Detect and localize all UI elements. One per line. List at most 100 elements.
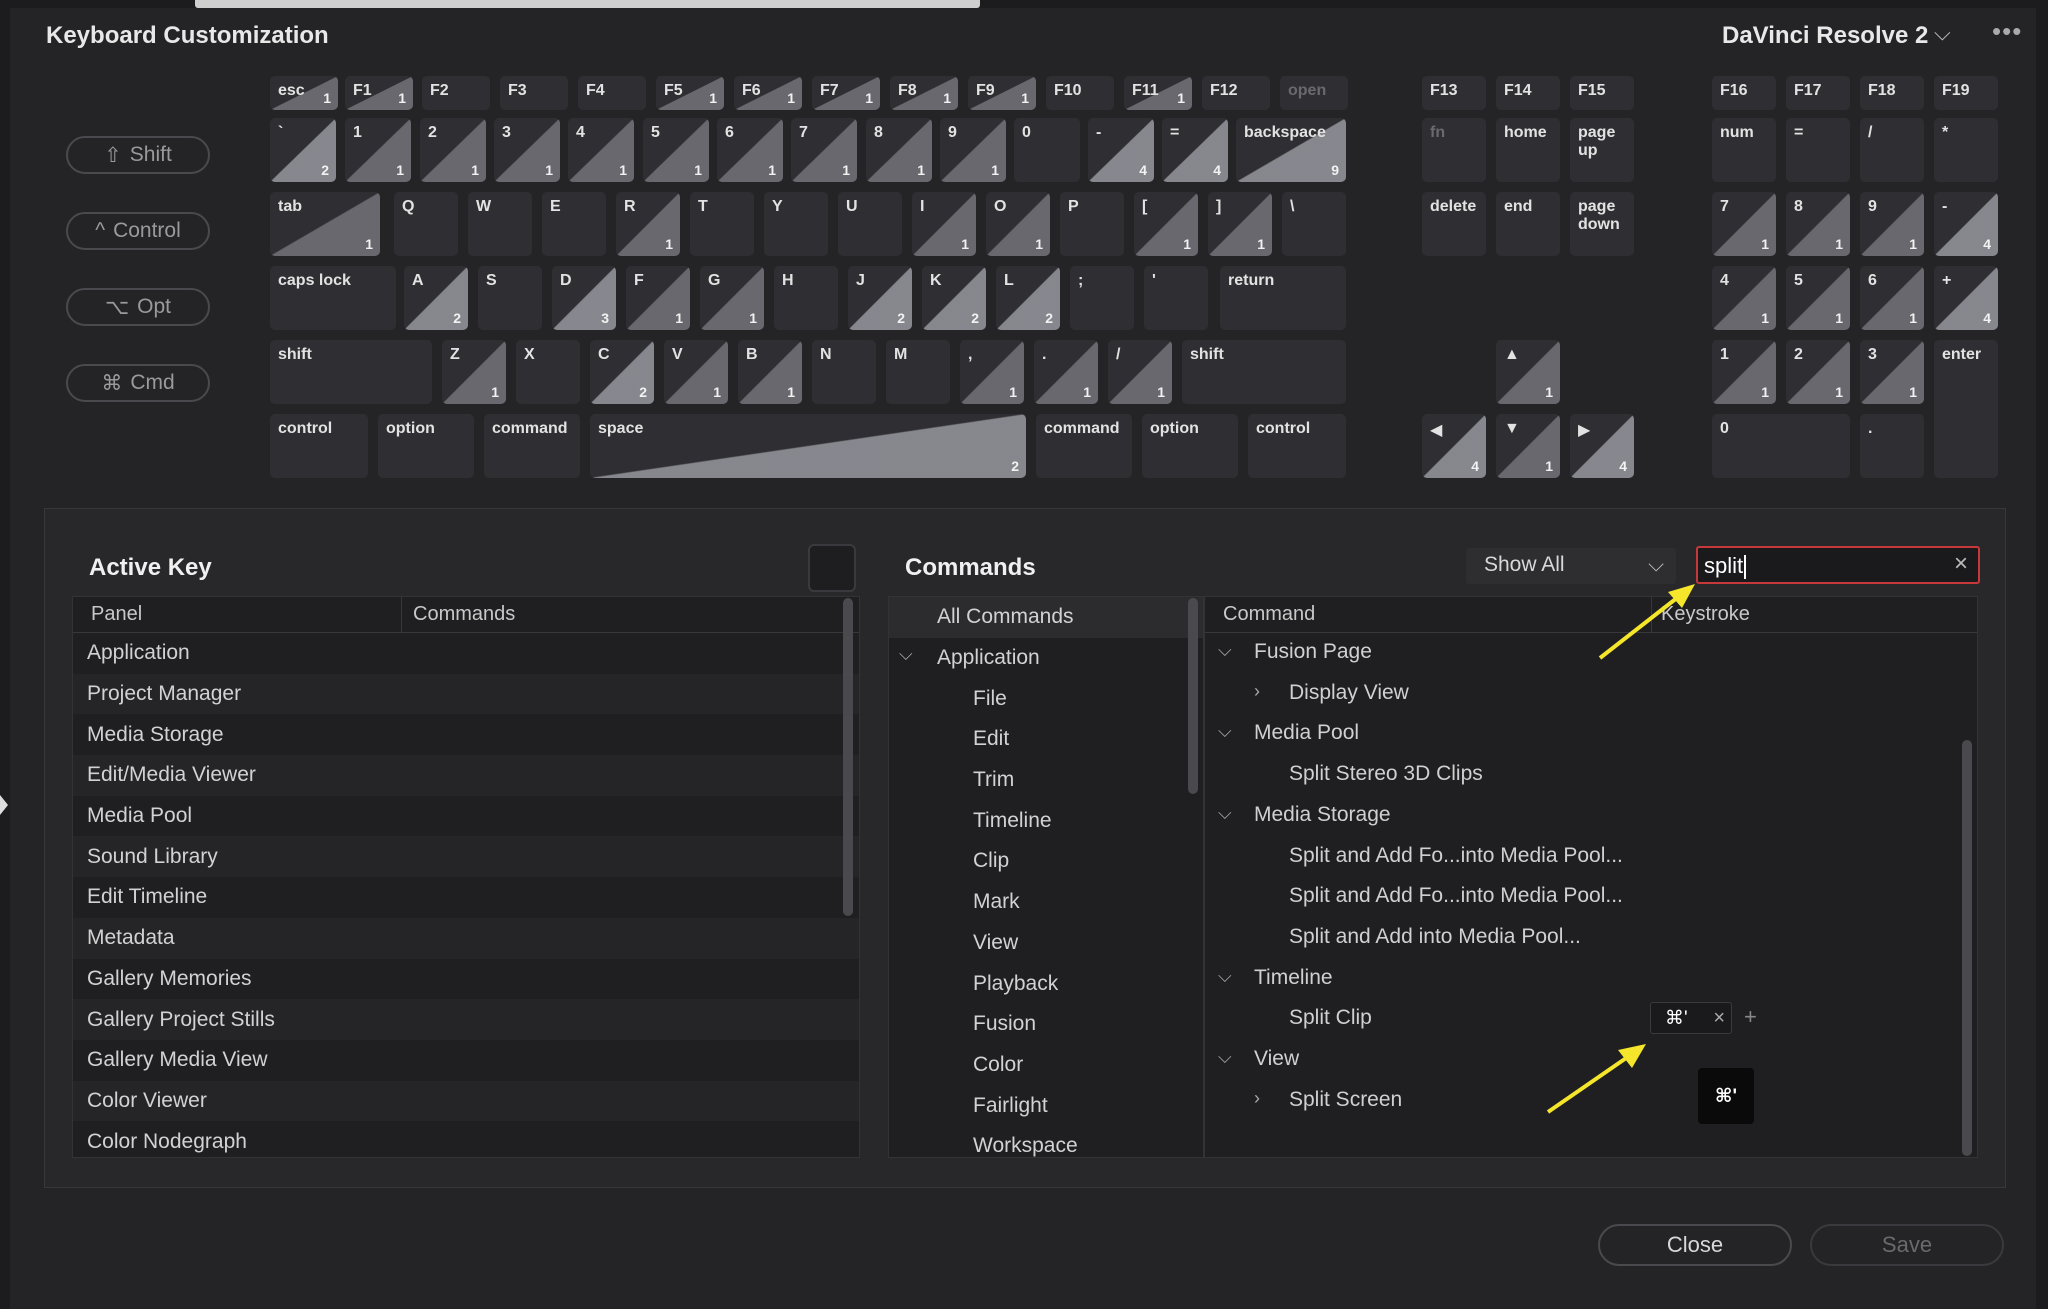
key[interactable]: V1 <box>664 340 728 404</box>
key[interactable]: L2 <box>996 266 1060 330</box>
split-clip-shortcut[interactable]: ⌘' × <box>1650 1002 1732 1034</box>
key[interactable]: 51 <box>1786 266 1850 330</box>
key[interactable]: = 4 <box>1162 118 1228 182</box>
key[interactable]: 41 <box>568 118 634 182</box>
key[interactable]: F13 <box>1422 76 1486 110</box>
key[interactable]: R1 <box>616 192 680 256</box>
command-result-row[interactable]: Split Stereo 3D Clips <box>1289 762 1483 786</box>
key[interactable]: 11 <box>1712 340 1776 404</box>
key[interactable]: F11 1 <box>1124 76 1192 110</box>
category-item[interactable]: Workspace <box>889 1126 1203 1157</box>
category-item[interactable]: Trim <box>889 760 1203 801</box>
column-panel[interactable]: Panel <box>91 603 142 626</box>
key[interactable]: F9 1 <box>968 76 1036 110</box>
key[interactable]: F7 1 <box>812 76 880 110</box>
key[interactable]: [1 <box>1134 192 1198 256</box>
key[interactable]: K2 <box>922 266 986 330</box>
table-row[interactable]: Color Viewer <box>73 1080 859 1122</box>
key[interactable]: F17 <box>1786 76 1850 110</box>
key[interactable]: Z1 <box>442 340 506 404</box>
key[interactable]: 31 <box>1860 340 1924 404</box>
key[interactable]: F18 <box>1860 76 1924 110</box>
table-row[interactable]: Gallery Media View <box>73 1040 859 1081</box>
key[interactable]: control <box>1248 414 1346 478</box>
key[interactable]: F2 <box>422 76 490 110</box>
key[interactable]: delete <box>1422 192 1486 256</box>
key[interactable]: caps lock <box>270 266 396 330</box>
key[interactable]: F14 <box>1496 76 1560 110</box>
key[interactable]: 71 <box>1712 192 1776 256</box>
key[interactable]: 81 <box>866 118 932 182</box>
key[interactable]: = <box>1786 118 1850 182</box>
column-commands[interactable]: Commands <box>413 603 515 626</box>
key[interactable]: M <box>886 340 950 404</box>
category-item[interactable]: View <box>889 923 1203 964</box>
key[interactable]: Q <box>394 192 458 256</box>
key[interactable]: ,1 <box>960 340 1024 404</box>
command-result-row[interactable]: Timeline <box>1254 966 1333 990</box>
category-item[interactable]: Clip <box>889 841 1203 882</box>
key[interactable]: /1 <box>1108 340 1172 404</box>
key[interactable]: N <box>812 340 876 404</box>
key[interactable]: J2 <box>848 266 912 330</box>
key[interactable]: T <box>690 192 754 256</box>
key[interactable]: B1 <box>738 340 802 404</box>
key[interactable]: F5 1 <box>656 76 724 110</box>
active-key-scrollbar[interactable] <box>843 598 853 916</box>
column-command[interactable]: Command <box>1223 603 1315 626</box>
show-filter-dropdown[interactable]: Show All ⌵ <box>1466 548 1676 584</box>
key[interactable]: F10 <box>1046 76 1114 110</box>
key[interactable]: A2 <box>404 266 468 330</box>
modifier-option-button[interactable]: ⌥ Opt <box>66 288 210 326</box>
key[interactable]: 91 <box>1860 192 1924 256</box>
key[interactable]: F6 1 <box>734 76 802 110</box>
key[interactable]: command <box>484 414 580 478</box>
key[interactable]: I1 <box>912 192 976 256</box>
chevron-down-icon[interactable]: ⌵ <box>1218 966 1232 987</box>
table-row[interactable]: Media Pool <box>73 796 859 837</box>
command-result-row[interactable]: View <box>1254 1047 1299 1071</box>
key[interactable]: home <box>1496 118 1560 182</box>
table-row[interactable]: Color Nodegraph <box>73 1121 859 1157</box>
key[interactable]: shift <box>1182 340 1346 404</box>
modifier-control-button[interactable]: ^ Control <box>66 212 210 250</box>
chevron-down-icon[interactable]: ⌵ <box>1934 20 1951 46</box>
command-result-row[interactable]: Split and Add Fo...into Media Pool... <box>1289 844 1623 868</box>
key[interactable]: F15 <box>1570 76 1634 110</box>
key[interactable]: G1 <box>700 266 764 330</box>
key[interactable]: E <box>542 192 606 256</box>
modifier-command-button[interactable]: ⌘ Cmd <box>66 364 210 402</box>
command-search-input[interactable]: split × <box>1696 546 1980 584</box>
table-row[interactable]: Project Manager <box>73 673 859 715</box>
key[interactable]: F12 <box>1202 76 1270 110</box>
key[interactable]: F1 1 <box>345 76 413 110</box>
clear-search-icon[interactable]: × <box>1954 550 1968 578</box>
chevron-right-icon[interactable]: › <box>1254 1088 1260 1109</box>
chevron-down-icon[interactable]: ⌵ <box>1218 1047 1232 1068</box>
categories-scrollbar[interactable] <box>1188 598 1198 794</box>
key[interactable]: 61 <box>717 118 783 182</box>
key[interactable]: ' <box>1144 266 1208 330</box>
category-item[interactable]: Fairlight <box>889 1085 1203 1126</box>
command-result-row[interactable]: Media Pool <box>1254 721 1359 745</box>
key[interactable]: U <box>838 192 902 256</box>
table-row[interactable]: Sound Library <box>73 836 859 878</box>
key[interactable]: 0 <box>1712 414 1850 478</box>
key[interactable]: return <box>1220 266 1346 330</box>
key[interactable]: 0 <box>1014 118 1080 182</box>
key[interactable]: X <box>516 340 580 404</box>
table-row[interactable]: Media Storage <box>73 714 859 755</box>
key[interactable]: page up <box>1570 118 1634 182</box>
key[interactable]: ] 1 <box>1208 192 1272 256</box>
column-keystroke[interactable]: Keystroke <box>1661 603 1750 626</box>
key[interactable]: H <box>774 266 838 330</box>
key[interactable]: / <box>1860 118 1924 182</box>
key[interactable]: 61 <box>1860 266 1924 330</box>
key[interactable]: fn <box>1422 118 1486 182</box>
category-item[interactable]: Mark <box>889 882 1203 923</box>
key[interactable]: ; <box>1070 266 1134 330</box>
category-item[interactable]: Timeline <box>889 800 1203 841</box>
key[interactable]: 21 <box>420 118 486 182</box>
key[interactable]: tab 1 <box>270 192 380 256</box>
key[interactable]: 51 <box>643 118 709 182</box>
